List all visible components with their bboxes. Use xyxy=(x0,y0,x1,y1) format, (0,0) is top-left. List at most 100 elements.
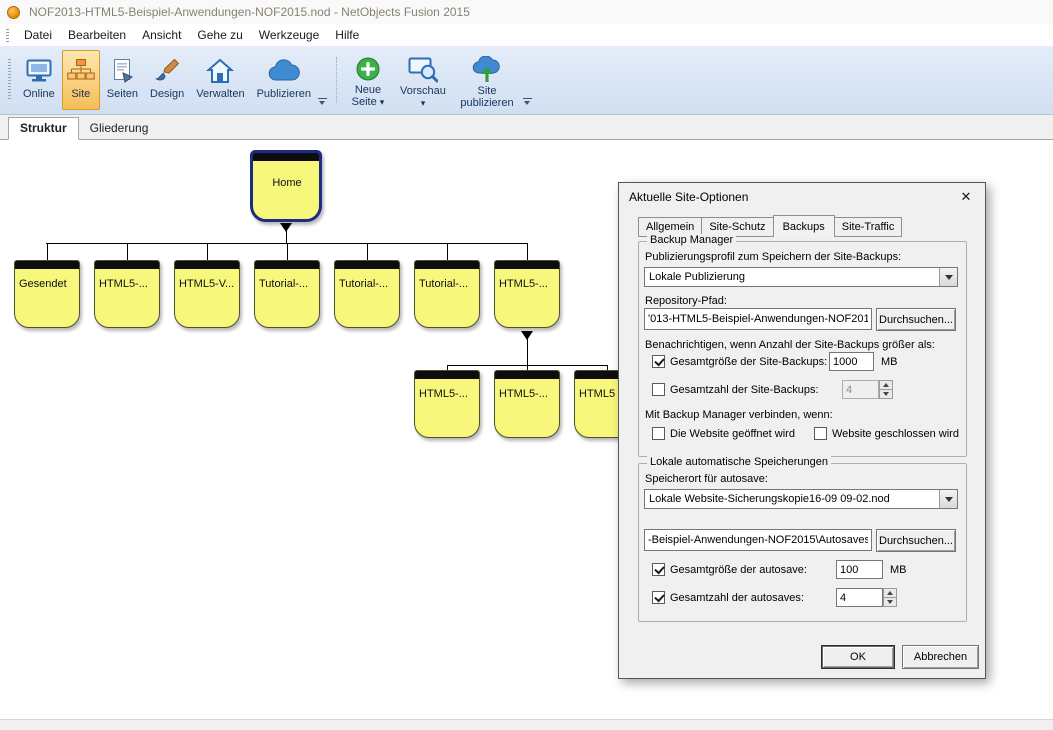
tree-node[interactable]: Tutorial-... xyxy=(254,260,320,328)
menu-hilfe[interactable]: Hilfe xyxy=(327,25,367,45)
paintbrush-icon xyxy=(154,56,180,86)
autosave-count-checkbox[interactable] xyxy=(652,591,665,604)
autosave-size-unit: MB xyxy=(890,564,907,576)
profile-label: Publizierungsprofil zum Speichern der Si… xyxy=(645,251,901,263)
menu-bar: Datei Bearbeiten Ansicht Gehe zu Werkzeu… xyxy=(0,24,1053,46)
publizieren-label: Publizieren xyxy=(257,88,311,100)
tab-gliederung[interactable]: Gliederung xyxy=(79,118,160,139)
autosave-count-input[interactable] xyxy=(836,588,883,607)
tree-connector xyxy=(287,244,288,260)
toolbar-overflow-button[interactable] xyxy=(318,98,327,105)
tab-struktur[interactable]: Struktur xyxy=(8,117,79,140)
node-label: HTML5-... xyxy=(419,388,477,400)
tree-node[interactable]: HTML5-... xyxy=(494,260,560,328)
autosave-size-input[interactable] xyxy=(836,560,883,579)
node-label: HTML5-V... xyxy=(179,278,237,290)
preview-button[interactable]: Vorschau ▾ xyxy=(395,50,451,110)
tree-node[interactable]: Tutorial-... xyxy=(414,260,480,328)
autosave-count-spinner[interactable] xyxy=(883,588,897,607)
tab-site-traffic[interactable]: Site-Traffic xyxy=(834,217,903,237)
backup-profile-select[interactable]: Lokale Publizierung xyxy=(644,267,958,287)
tree-node[interactable]: HTML5-... xyxy=(414,370,480,438)
preview-label: Vorschau xyxy=(400,85,446,97)
node-label: HTML5-... xyxy=(499,388,557,400)
group-legend: Backup Manager xyxy=(647,234,736,246)
node-header-bar xyxy=(495,371,559,379)
online-view-button[interactable]: Online xyxy=(18,50,60,110)
node-label: Tutorial-... xyxy=(339,278,397,290)
tree-node[interactable]: HTML5-... xyxy=(94,260,160,328)
combo-dropdown-icon[interactable] xyxy=(939,268,957,286)
tree-node[interactable]: HTML5-V... xyxy=(174,260,240,328)
new-page-button[interactable]: Neue Seite ▾ xyxy=(343,50,393,110)
site-backup-count-input[interactable] xyxy=(842,380,879,399)
monitor-icon xyxy=(25,56,53,86)
tab-backups[interactable]: Backups xyxy=(773,215,835,237)
dropdown-caret-icon: ▾ xyxy=(421,97,426,109)
menu-bearbeiten[interactable]: Bearbeiten xyxy=(60,25,134,45)
ok-button[interactable]: OK xyxy=(821,645,895,669)
spinner-down-icon[interactable] xyxy=(879,389,893,399)
website-open-checkbox[interactable] xyxy=(652,427,665,440)
autosave-path-input[interactable] xyxy=(644,529,872,551)
tree-connector xyxy=(286,231,287,243)
menu-datei[interactable]: Datei xyxy=(16,25,60,45)
site-options-dialog: Aktuelle Site-Optionen ✕ Allgemein Site-… xyxy=(618,182,986,679)
site-backup-count-label[interactable]: Gesamtzahl der Site-Backups: xyxy=(670,384,819,396)
menu-ansicht[interactable]: Ansicht xyxy=(134,25,189,45)
browse-repository-button[interactable]: Durchsuchen... xyxy=(876,308,956,331)
design-view-button[interactable]: Design xyxy=(145,50,189,110)
publish-site-icon xyxy=(471,56,503,83)
spinner-down-icon[interactable] xyxy=(883,597,897,607)
menu-drag-handle[interactable] xyxy=(6,29,9,42)
site-backup-size-checkbox[interactable] xyxy=(652,355,665,368)
horizontal-scrollbar[interactable] xyxy=(0,719,1053,730)
tree-connector xyxy=(527,339,528,365)
menu-werkzeuge[interactable]: Werkzeuge xyxy=(251,25,327,45)
site-backup-count-checkbox[interactable] xyxy=(652,383,665,396)
pages-icon xyxy=(110,56,134,86)
node-header-bar xyxy=(175,261,239,269)
tree-node-home[interactable]: Home xyxy=(250,150,322,222)
repository-path-input[interactable] xyxy=(644,308,872,330)
website-open-label[interactable]: Die Website geöffnet wird xyxy=(670,428,795,440)
cancel-button[interactable]: Abbrechen xyxy=(902,645,979,669)
tree-node[interactable]: Gesendet xyxy=(14,260,80,328)
application-window: NOF2013-HTML5-Beispiel-Anwendungen-NOF20… xyxy=(0,0,1053,730)
seiten-view-button[interactable]: Seiten xyxy=(102,50,143,110)
toolbar-drag-handle[interactable] xyxy=(8,59,11,101)
node-header-bar xyxy=(95,261,159,269)
site-backup-count-spinner[interactable] xyxy=(879,380,893,399)
new-page-label: Neue Seite xyxy=(352,84,381,108)
site-view-button[interactable]: Site xyxy=(62,50,100,110)
website-closed-label[interactable]: Website geschlossen wird xyxy=(832,428,959,440)
website-closed-checkbox[interactable] xyxy=(814,427,827,440)
app-icon[interactable] xyxy=(7,6,20,19)
autosave-location-select[interactable]: Lokale Website-Sicherungskopie16-09 09-0… xyxy=(644,489,958,509)
verwalten-view-button[interactable]: Verwalten xyxy=(191,50,249,110)
window-title: NOF2013-HTML5-Beispiel-Anwendungen-NOF20… xyxy=(29,5,470,19)
tree-node[interactable]: HTML5-... xyxy=(494,370,560,438)
tree-connector xyxy=(47,244,48,260)
site-backup-size-label[interactable]: Gesamtgröße der Site-Backups: xyxy=(670,356,827,368)
close-icon[interactable]: ✕ xyxy=(952,187,980,207)
node-header-bar xyxy=(255,261,319,269)
autosave-count-label[interactable]: Gesamtzahl der autosaves: xyxy=(670,592,804,604)
publish-site-button[interactable]: Site publizieren xyxy=(453,50,521,110)
autosave-size-label[interactable]: Gesamtgröße der autosave: xyxy=(670,564,807,576)
design-label: Design xyxy=(150,88,184,100)
node-header-bar xyxy=(253,153,319,161)
title-bar: NOF2013-HTML5-Beispiel-Anwendungen-NOF20… xyxy=(0,0,1053,24)
tree-connector xyxy=(367,244,368,260)
menu-gehe-zu[interactable]: Gehe zu xyxy=(189,25,250,45)
cloud-icon xyxy=(268,56,300,86)
tree-node[interactable]: Tutorial-... xyxy=(334,260,400,328)
combo-dropdown-icon[interactable] xyxy=(939,490,957,508)
publizieren-view-button[interactable]: Publizieren xyxy=(252,50,316,110)
browse-autosave-button[interactable]: Durchsuchen... xyxy=(876,529,956,552)
toolbar-overflow-button[interactable] xyxy=(523,98,532,105)
site-backup-size-input[interactable] xyxy=(829,352,874,371)
notify-label: Benachrichtigen, wenn Anzahl der Site-Ba… xyxy=(645,339,935,351)
node-header-bar xyxy=(415,371,479,379)
autosave-size-checkbox[interactable] xyxy=(652,563,665,576)
